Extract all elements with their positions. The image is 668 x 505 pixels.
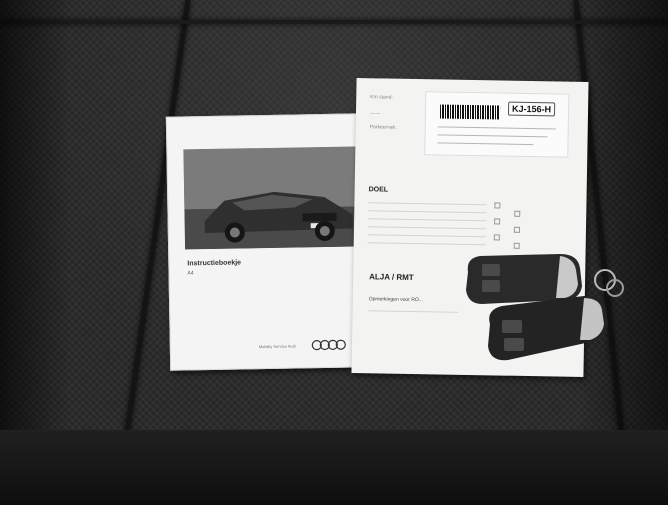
car-key-fob-bottom xyxy=(488,295,608,361)
sticker-text-line xyxy=(437,126,556,130)
manual-title: Instructieboekje xyxy=(187,259,242,268)
sticker-text-line xyxy=(437,142,534,146)
checklist-line xyxy=(367,226,486,230)
manual-footer: Mobility Service Audi xyxy=(258,343,296,350)
parkeervak-label: Parkeervak: xyxy=(369,124,397,131)
checklist-line xyxy=(368,218,487,222)
manual-model: A4 xyxy=(187,270,194,277)
checkbox xyxy=(513,242,520,249)
lock-button-icon xyxy=(482,264,500,276)
notes-line xyxy=(368,310,459,313)
barcode-icon xyxy=(439,104,501,120)
checklist-line xyxy=(367,242,486,246)
checklist-line xyxy=(368,202,487,206)
checkbox xyxy=(493,234,500,241)
photo-scene: Instructieboekje A4 Mobility Service Aud… xyxy=(0,0,668,505)
owners-manual: Instructieboekje A4 Mobility Service Aud… xyxy=(165,113,368,371)
trunk-button-icon xyxy=(502,320,522,333)
opmerkingen-label: Opmerkingen voor RO... xyxy=(368,296,423,304)
alja-rmt-text: ALJA / RMT xyxy=(369,272,414,283)
checkbox xyxy=(514,210,521,217)
doel-label: DOEL xyxy=(368,186,389,194)
vehicle-label-sticker: KJ-156-H xyxy=(424,91,570,158)
kmstand-label: Km stand: xyxy=(370,94,393,101)
checkbox xyxy=(494,202,501,209)
checklist-line xyxy=(368,210,487,214)
car-illustration xyxy=(183,146,364,250)
manual-car-photo xyxy=(183,146,364,250)
audi-rings-logo xyxy=(311,339,346,351)
checkbox xyxy=(513,226,521,233)
checklist-line xyxy=(367,234,486,238)
seat-seam-top xyxy=(0,20,668,24)
kmstand-handwriting: ~~ xyxy=(369,108,381,119)
panic-button-icon xyxy=(504,338,524,351)
checkbox xyxy=(494,218,501,225)
seat-front-edge xyxy=(0,430,668,505)
sticker-text-line xyxy=(437,134,548,138)
license-plate: KJ-156-H xyxy=(507,101,556,117)
